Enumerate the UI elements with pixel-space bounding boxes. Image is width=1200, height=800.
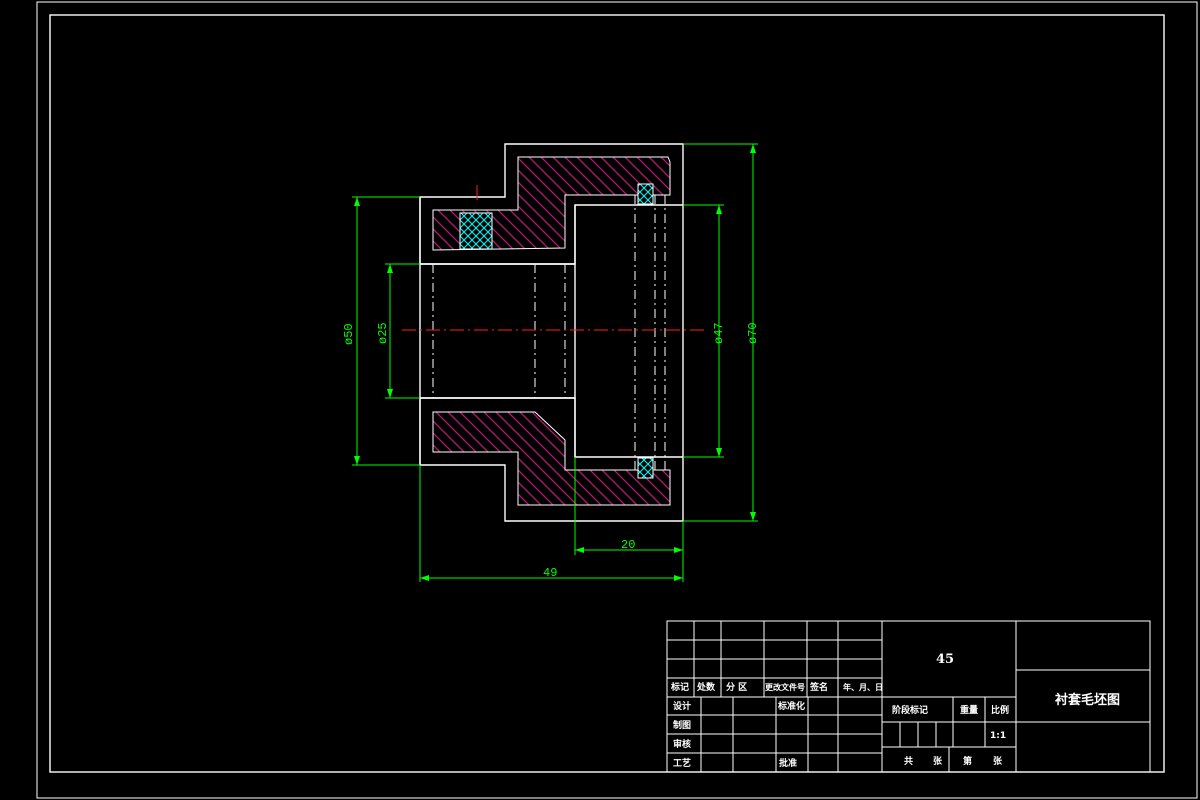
outer-sheet-border	[36, 1, 1198, 799]
tb-header-signature: 签名	[809, 681, 828, 693]
tb-scale-label: 比例	[991, 704, 1009, 716]
tb-sheets: 张	[933, 755, 943, 767]
tb-scale-value: 1:1	[990, 731, 1006, 741]
dim-d47: ø47	[712, 322, 726, 344]
tb-sheet-unit: 张	[993, 755, 1003, 767]
lower-slot	[637, 457, 654, 479]
upper-groove	[459, 212, 493, 250]
tb-header-zone: 分 区	[726, 681, 747, 693]
tb-header-count: 处数	[696, 681, 716, 693]
tb-review: 审核	[673, 738, 691, 750]
engineering-drawing: ø50 ø25 ø47 ø70 20 49 45 衬套毛坯图 标记 处数 分 区…	[36, 1, 1198, 799]
tb-weight: 重量	[960, 704, 978, 716]
tb-process: 工艺	[673, 757, 691, 769]
section-view	[402, 143, 706, 522]
dim-len20: 20	[621, 538, 635, 552]
dim-d25: ø25	[376, 322, 390, 344]
tb-draw: 制图	[673, 719, 691, 731]
dim-d70: ø70	[746, 322, 760, 344]
tb-header-mark: 标记	[670, 681, 689, 693]
tb-header-change-doc: 更改文件号	[765, 682, 805, 692]
tb-design: 设计	[673, 700, 691, 712]
tb-approve: 批准	[779, 757, 797, 769]
tb-header-date: 年、月、日	[843, 682, 883, 692]
tb-standardize: 标准化	[777, 700, 805, 712]
drawing-title: 衬套毛坯图	[1055, 692, 1120, 708]
upper-slot	[637, 183, 654, 205]
lower-part-section	[432, 411, 671, 506]
material-value: 45	[936, 652, 954, 667]
tb-stage-mark: 阶段标记	[892, 704, 928, 716]
inner-frame-border	[49, 14, 1165, 773]
tb-total: 共	[904, 755, 913, 767]
dim-len49: 49	[543, 566, 557, 580]
title-block: 45 衬套毛坯图 标记 处数 分 区 更改文件号 签名 年、月、日 设计 标准化…	[666, 620, 1151, 773]
dim-d50: ø50	[342, 323, 356, 345]
tb-sheet-no: 第	[963, 755, 972, 767]
